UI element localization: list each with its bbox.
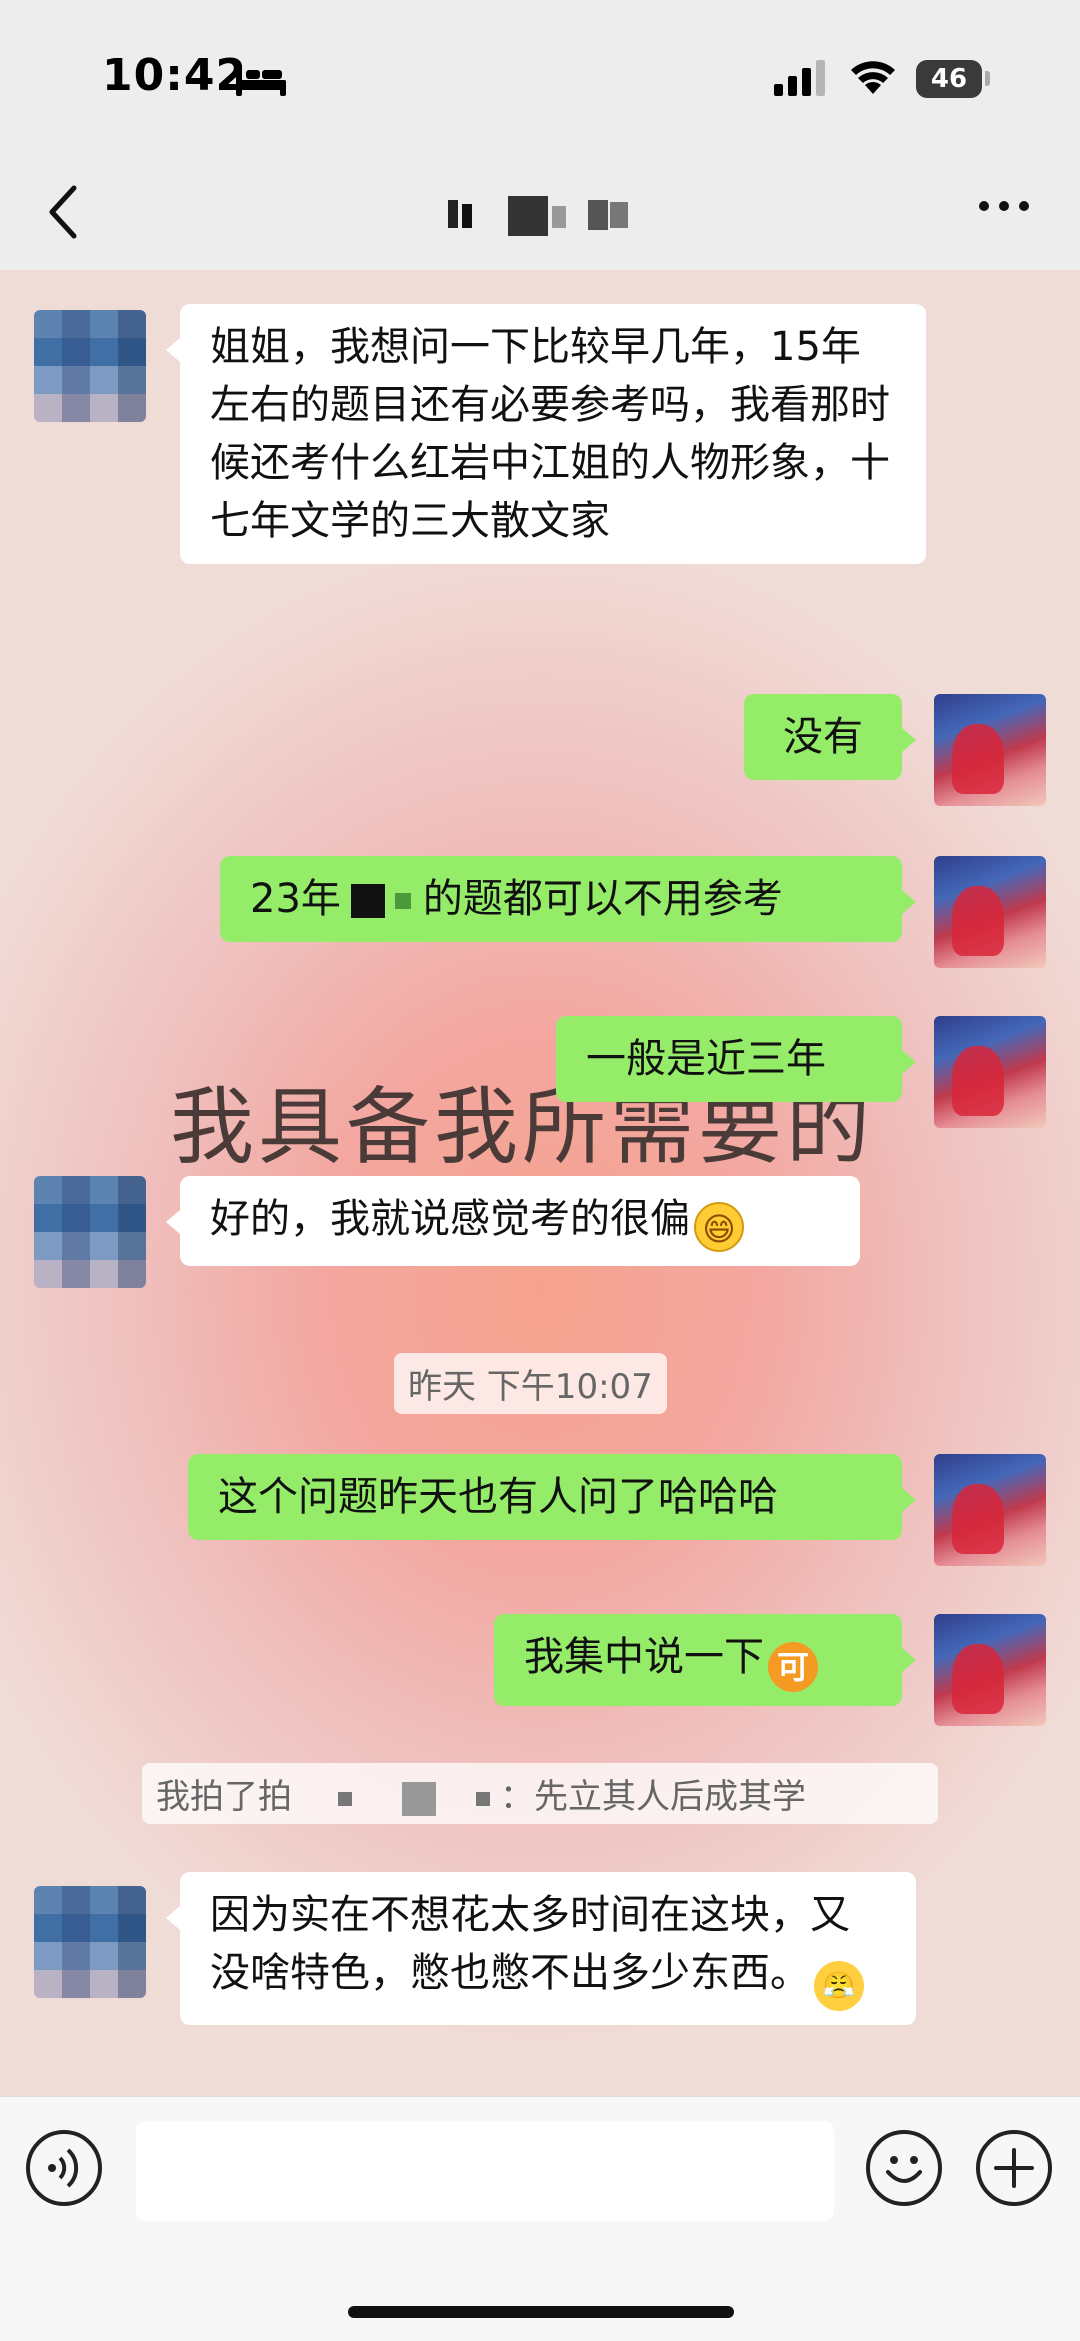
message-bubble-sent[interactable]: 这个问题昨天也有人问了哈哈哈 xyxy=(188,1454,916,1540)
home-indicator[interactable] xyxy=(348,2306,734,2318)
my-avatar[interactable] xyxy=(934,694,1046,806)
contact-avatar[interactable] xyxy=(34,1176,146,1288)
voice-wave-icon xyxy=(48,2148,79,2188)
redacted-block xyxy=(350,884,385,918)
redacted-block xyxy=(394,893,411,909)
contact-avatar[interactable] xyxy=(34,1886,146,1998)
message-bubble-sent[interactable]: 23年 的题都可以不用参考 xyxy=(220,856,916,942)
message-input[interactable] xyxy=(136,2121,834,2221)
message-text-part: 的题都可以不用参考 xyxy=(422,876,783,922)
redacted-block xyxy=(476,1791,490,1806)
cellular-signal-icon xyxy=(774,60,825,96)
voice-input-button[interactable] xyxy=(26,2130,102,2206)
smiley-icon xyxy=(886,2156,922,2183)
pat-notice-prefix: 我拍了拍 xyxy=(156,1777,292,1817)
sweat-emoji: 😤 xyxy=(814,1961,864,2011)
timestamp-label: 昨天 下午10:07 xyxy=(394,1353,667,1414)
message-text: 因为实在不想花太多时间在这块，又没啥特色，憋也憋不出多少东西。 xyxy=(210,1892,850,1996)
message-text: 好的，我就说感觉考的很偏 xyxy=(210,1196,690,1242)
message-bubble-received[interactable]: 因为实在不想花太多时间在这块，又没啥特色，憋也憋不出多少东西。 😤 xyxy=(166,1872,916,2025)
message-text: 这个问题昨天也有人问了哈哈哈 xyxy=(218,1474,778,1520)
message-bubble-sent[interactable]: 没有 xyxy=(744,694,916,780)
wifi-icon xyxy=(851,61,895,94)
my-avatar[interactable] xyxy=(934,1454,1046,1566)
grinning-face-emoji: 😄 xyxy=(694,1202,744,1252)
message-text: 我集中说一下 xyxy=(524,1634,764,1680)
message-text: 没有 xyxy=(783,714,863,760)
my-avatar[interactable] xyxy=(934,1016,1046,1128)
contact-avatar[interactable] xyxy=(34,310,146,422)
message-text: 姐姐，我想问一下比较早几年，15年左右的题目还有必要参考吗，我看那时候还考什么红… xyxy=(210,324,890,544)
message-bubble-sent[interactable]: 我集中说一下可 xyxy=(494,1614,916,1706)
plus-icon xyxy=(994,2148,1034,2188)
emoji-picker-button[interactable] xyxy=(866,2130,942,2206)
message-text-part: 23年 xyxy=(250,876,341,922)
pat-notice: 我拍了拍 ：先立其人后成其学 xyxy=(142,1763,938,1824)
more-actions-button[interactable] xyxy=(976,2130,1052,2206)
pat-notice-suffix: ：先立其人后成其学 xyxy=(500,1777,806,1817)
message-text: 一般是近三年 xyxy=(586,1036,826,1082)
redacted-block xyxy=(338,1791,352,1806)
status-time: 10:42 xyxy=(102,50,248,101)
back-arrow-icon[interactable] xyxy=(44,182,84,242)
battery-tip xyxy=(985,71,990,86)
redacted-block xyxy=(402,1781,436,1816)
chat-title-redacted xyxy=(448,196,628,236)
battery-level: 46 xyxy=(916,60,982,98)
my-avatar[interactable] xyxy=(934,856,1046,968)
message-bubble-sent[interactable]: 一般是近三年 xyxy=(556,1016,916,1102)
sleep-focus-icon xyxy=(236,66,286,96)
ke-emoji: 可 xyxy=(768,1642,818,1692)
message-bubble-received[interactable]: 姐姐，我想问一下比较早几年，15年左右的题目还有必要参考吗，我看那时候还考什么红… xyxy=(166,304,926,564)
my-avatar[interactable] xyxy=(934,1614,1046,1726)
message-bubble-received[interactable]: 好的，我就说感觉考的很偏 😄 xyxy=(166,1176,860,1266)
more-options-icon[interactable] xyxy=(976,196,1032,216)
